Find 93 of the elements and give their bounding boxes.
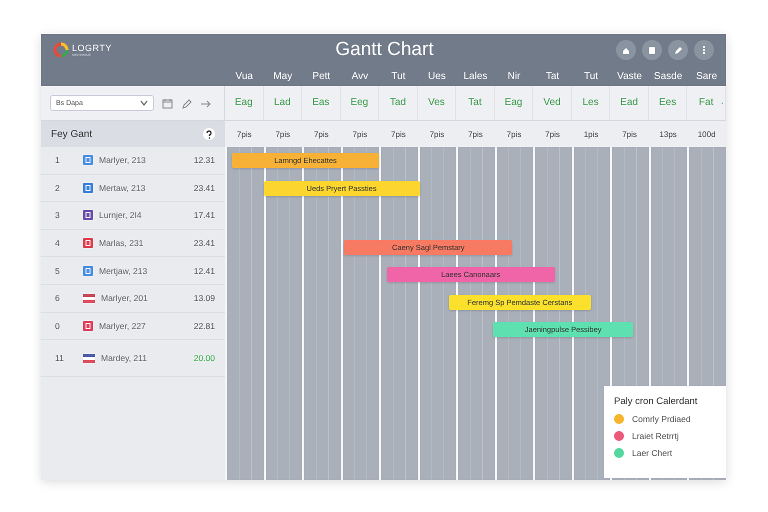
time-label: 7pis (352, 130, 368, 138)
row-number: 6 (55, 293, 61, 304)
legend-label: Comrly Prdiaed (632, 414, 691, 424)
legend-label: Laer Chert (632, 448, 672, 458)
time-label: 7pis (467, 130, 484, 138)
time-label: 7pis (312, 130, 330, 138)
row-number: 1 (55, 155, 61, 166)
time-label: 7pis (274, 130, 292, 138)
task-row[interactable]: 6 Marlyer, 201 13.09 (41, 284, 225, 313)
day-label: Nir (506, 70, 522, 82)
time-label: 7pis (506, 130, 522, 138)
task-name: Mertjaw, 213 (99, 266, 148, 276)
task-row[interactable]: 5 Mertjaw, 213 12.41 (41, 257, 225, 285)
more-button[interactable] (694, 40, 714, 60)
task-row[interactable]: 2 Mertaw, 213 23.41 (41, 174, 225, 202)
pen-button[interactable] (668, 40, 688, 60)
task-value: 13.09 (194, 293, 215, 304)
day-label: May (272, 70, 294, 82)
day-label: Ved (533, 86, 572, 120)
row-number: 0 (55, 320, 61, 331)
day-label: Sasde (652, 70, 684, 82)
home-button[interactable] (616, 40, 636, 60)
day-label: Sare (695, 70, 718, 82)
task-name: Mertaw, 213 (99, 182, 146, 193)
day-label: Ues (427, 70, 447, 82)
day-label: Lad (264, 86, 302, 120)
day-label: Eeg (340, 86, 380, 120)
day-label: Ves (418, 86, 456, 120)
day-label: Eag (494, 86, 534, 120)
task-row[interactable]: 3 Lurnjer, 2I4 17.41 (41, 202, 225, 230)
pen-icon (672, 44, 684, 56)
task-row[interactable]: 4 Marlas, 231 23.41 (41, 230, 225, 258)
time-label: 7pis (390, 130, 407, 138)
bookmark-icon (646, 44, 658, 56)
more-indicator: · (720, 98, 724, 108)
row-number: 11 (55, 353, 65, 364)
task-value: 20.00 (194, 353, 215, 364)
day-label: Pett (311, 70, 332, 82)
time-label: 7pis (544, 130, 561, 138)
task-name: Lurnjer, 2I4 (99, 210, 143, 220)
window-title: Gantt Chart (334, 39, 435, 61)
day-label: Ees (648, 86, 688, 120)
time-label: 7pis (236, 130, 253, 138)
help-icon (205, 130, 213, 138)
time-label: 1pis (582, 130, 600, 138)
arrow-right-icon (200, 98, 211, 108)
time-label: 7pis (428, 130, 446, 138)
day-label: Avv (350, 70, 370, 82)
legend-label: Lraiet Retrrtj (632, 431, 679, 441)
calendar-icon (162, 98, 173, 108)
task-value: 17.41 (194, 210, 215, 220)
row-number: 3 (55, 210, 61, 220)
day-label: Eas (302, 86, 341, 120)
day-label: Eag (225, 86, 264, 120)
task-name: Marlas, 231 (99, 238, 144, 248)
row-number: 2 (55, 182, 61, 193)
arrow-right-button[interactable] (200, 98, 211, 108)
chevron-down-icon (140, 100, 148, 106)
pencil-icon (181, 98, 192, 108)
task-row[interactable]: 1 Marlyer, 213 12.31 (41, 147, 225, 175)
time-label: 13ps (658, 130, 678, 138)
day-label: Les (572, 86, 610, 120)
bookmark-button[interactable] (642, 40, 662, 60)
task-name: Marlyer, 201 (101, 293, 149, 304)
task-value: 12.41 (194, 266, 215, 276)
day-label: Vaste (616, 70, 643, 82)
day-label: Tat (456, 86, 495, 120)
task-name: Marlyer, 227 (99, 320, 147, 331)
day-label: Tad (379, 86, 418, 120)
panel-title: Fey Gant (51, 128, 92, 140)
legend-title: Paly cron Calerdant (614, 396, 698, 407)
time-label: 100d (696, 130, 717, 138)
task-value: 22.81 (194, 320, 215, 331)
task-value: 12.31 (194, 155, 215, 166)
calendar-button[interactable] (162, 98, 173, 108)
day-label: Vua (234, 70, 254, 82)
row-number: 5 (55, 266, 61, 276)
logo-icon (53, 42, 69, 58)
help-button[interactable] (203, 128, 215, 140)
logo-text: LOGRTY (72, 44, 112, 52)
day-label: Tut (390, 70, 406, 82)
task-name: Marlyer, 213 (99, 155, 147, 166)
task-row[interactable]: 0 Marlyer, 227 22.81 (41, 312, 225, 340)
day-label: Tut (583, 70, 600, 82)
task-name: Mardey, 211 (101, 353, 148, 364)
day-label: Ead (610, 86, 649, 120)
pencil-button[interactable] (181, 98, 192, 108)
time-label: 7pis (621, 130, 638, 138)
task-value: 23.41 (194, 182, 215, 193)
task-value: 23.41 (194, 238, 215, 248)
row-number: 4 (55, 238, 61, 248)
day-label: Tat (544, 70, 560, 82)
day-label: Lales (462, 70, 488, 82)
